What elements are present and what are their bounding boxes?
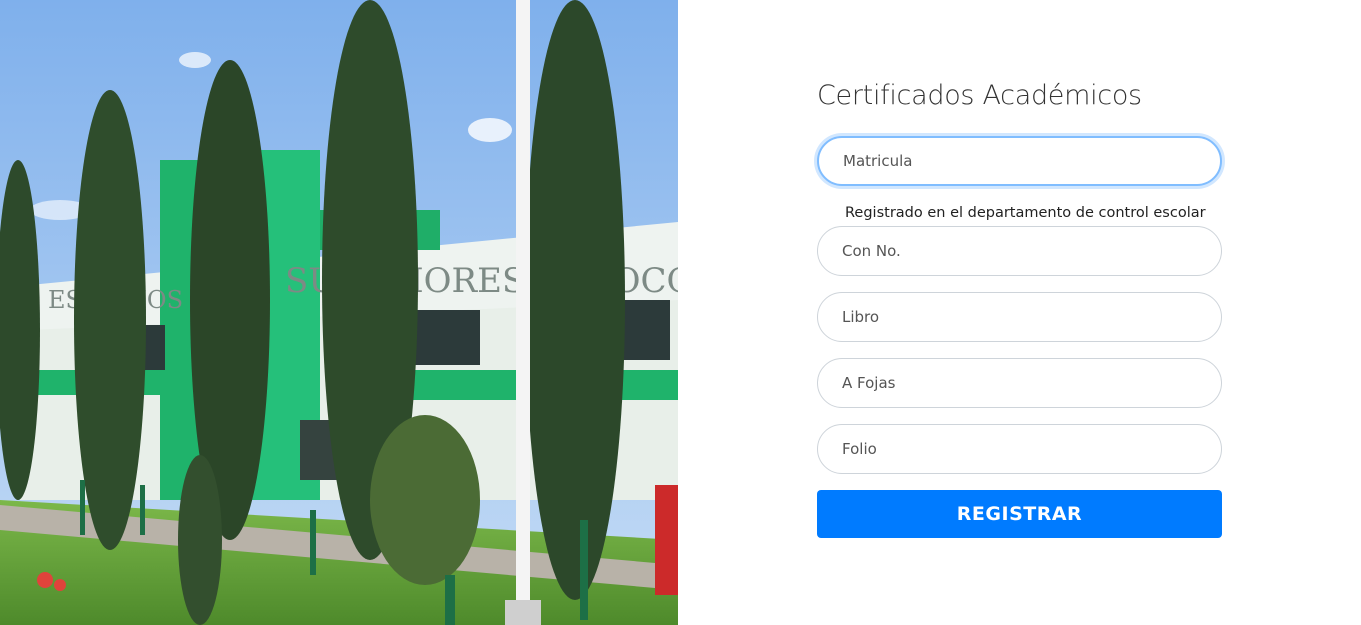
- fence-post: [580, 520, 588, 620]
- a-fojas-field[interactable]: [817, 358, 1222, 408]
- fence-post: [140, 485, 145, 535]
- fence-post: [445, 575, 455, 625]
- cypress-tree: [178, 455, 222, 625]
- campus-photo: ESTUDIOS SUPERIORES DE JOCOTITLÁN: [0, 0, 678, 625]
- flag-pole: [516, 0, 530, 610]
- flowers: [37, 572, 53, 588]
- folio-field[interactable]: [817, 424, 1222, 474]
- flag-pole-base: [505, 600, 541, 625]
- con-no-field[interactable]: [817, 226, 1222, 276]
- flowers: [54, 579, 66, 591]
- cloud: [179, 52, 211, 68]
- cloud: [468, 118, 512, 142]
- small-tree: [370, 415, 480, 585]
- window: [410, 310, 480, 365]
- fence-post: [80, 480, 85, 535]
- person: [655, 485, 678, 595]
- libro-field[interactable]: [817, 292, 1222, 342]
- fence-post: [310, 510, 316, 575]
- matricula-field[interactable]: [817, 136, 1222, 186]
- register-button[interactable]: REGISTRAR: [817, 490, 1222, 538]
- cypress-tree: [525, 0, 625, 600]
- helper-text: Registrado en el departamento de control…: [845, 205, 1206, 221]
- form-title: Certificados Académicos: [817, 80, 1142, 111]
- campus-photo-illustration: ESTUDIOS SUPERIORES DE JOCOTITLÁN: [0, 0, 678, 625]
